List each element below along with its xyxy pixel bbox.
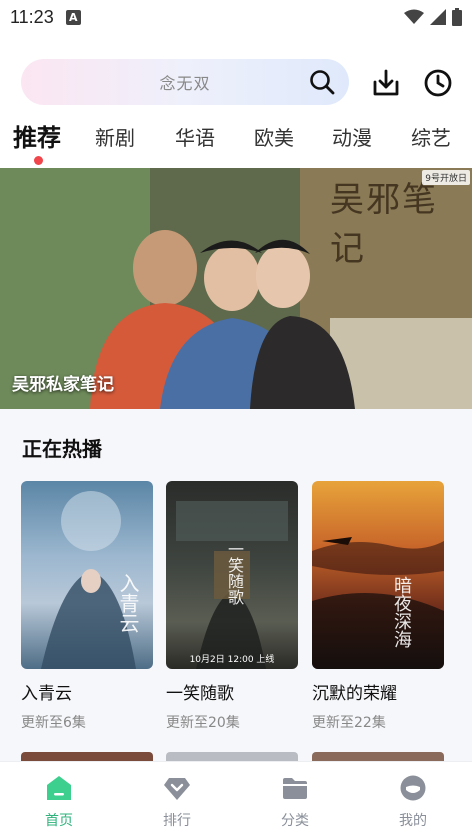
show-update-status: 更新至20集: [166, 715, 240, 731]
nav-profile[interactable]: 我的: [354, 762, 472, 840]
nav-home-label: 首页: [45, 813, 73, 829]
search-input[interactable]: 念无双: [21, 59, 349, 105]
poster-art: [312, 537, 444, 669]
show-card[interactable]: 入青云 入青云 更新至6集: [21, 481, 153, 732]
poster-title-art: 入青云: [116, 573, 140, 633]
show-title: 一笑随歌: [166, 684, 234, 704]
category-tabs: 推荐 新剧 华语 欧美 动漫 综艺: [0, 118, 472, 168]
signal-icon: [430, 9, 446, 25]
now-playing-section: 正在热播 入青云 入青云 更新至6集 一笑随歌 10月2日 12:00 上线 一…: [0, 409, 472, 761]
banner-tag: 9号开放日: [422, 170, 470, 185]
bottom-navigation: 首页 排行 分类 我的: [0, 761, 472, 840]
hero-banner[interactable]: 吴邪笔记 9号开放日 吴邪私家笔记: [0, 168, 472, 409]
show-card[interactable]: 一笑随歌 10月2日 12:00 上线 一笑随歌 更新至20集: [166, 481, 298, 732]
show-card[interactable]: 暗夜深海 沉默的荣耀 更新至22集: [312, 481, 444, 732]
tab-new[interactable]: 新剧: [95, 122, 135, 151]
poster: 暗夜深海: [312, 481, 444, 669]
nav-profile-label: 我的: [399, 813, 427, 829]
home-icon: [47, 776, 71, 800]
search-row: 念无双: [21, 59, 461, 105]
tab-anime[interactable]: 动漫: [332, 122, 372, 151]
status-icons: [404, 8, 462, 26]
tab-recommend[interactable]: 推荐: [13, 118, 61, 153]
active-tab-indicator: [34, 156, 43, 165]
nav-ranking[interactable]: 排行: [118, 762, 236, 840]
nav-category[interactable]: 分类: [236, 762, 354, 840]
banner-title: 吴邪私家笔记: [12, 375, 114, 395]
wifi-icon: [404, 9, 424, 24]
section-title: 正在热播: [22, 437, 102, 461]
poster: 入青云: [21, 481, 153, 669]
show-update-status: 更新至6集: [21, 715, 86, 731]
show-title: 入青云: [21, 684, 72, 704]
nav-ranking-label: 排行: [163, 813, 191, 829]
tab-variety[interactable]: 综艺: [411, 122, 451, 151]
poster-title-art: 暗夜深海: [391, 576, 412, 648]
battery-icon: [452, 8, 462, 26]
history-clock-icon[interactable]: [423, 68, 453, 98]
poster-release-date: 10月2日 12:00 上线: [189, 655, 275, 665]
search-placeholder: 念无双: [159, 74, 211, 93]
status-time: 11:23: [10, 6, 54, 27]
profile-icon: [400, 775, 426, 801]
nav-category-label: 分类: [281, 813, 309, 829]
nav-home[interactable]: 首页: [0, 762, 118, 840]
ranking-icon: [164, 778, 190, 800]
status-bar: 11:23 A: [0, 0, 472, 34]
banner-calligraphy: 吴邪笔记: [330, 180, 438, 269]
poster: 一笑随歌 10月2日 12:00 上线: [166, 481, 298, 669]
show-title: 沉默的荣耀: [312, 684, 397, 704]
next-row-poster-peek: [21, 752, 153, 761]
search-icon[interactable]: [309, 69, 335, 95]
next-row-poster-peek: [166, 752, 298, 761]
next-row-poster-peek: [312, 752, 444, 761]
tab-western[interactable]: 欧美: [254, 122, 294, 151]
notification-icon: A: [65, 9, 81, 25]
tab-chinese[interactable]: 华语: [175, 122, 215, 151]
show-update-status: 更新至22集: [312, 715, 386, 731]
poster-title-art: 一笑随歌: [225, 541, 244, 605]
folder-icon: [283, 778, 307, 799]
download-icon[interactable]: [371, 68, 401, 98]
